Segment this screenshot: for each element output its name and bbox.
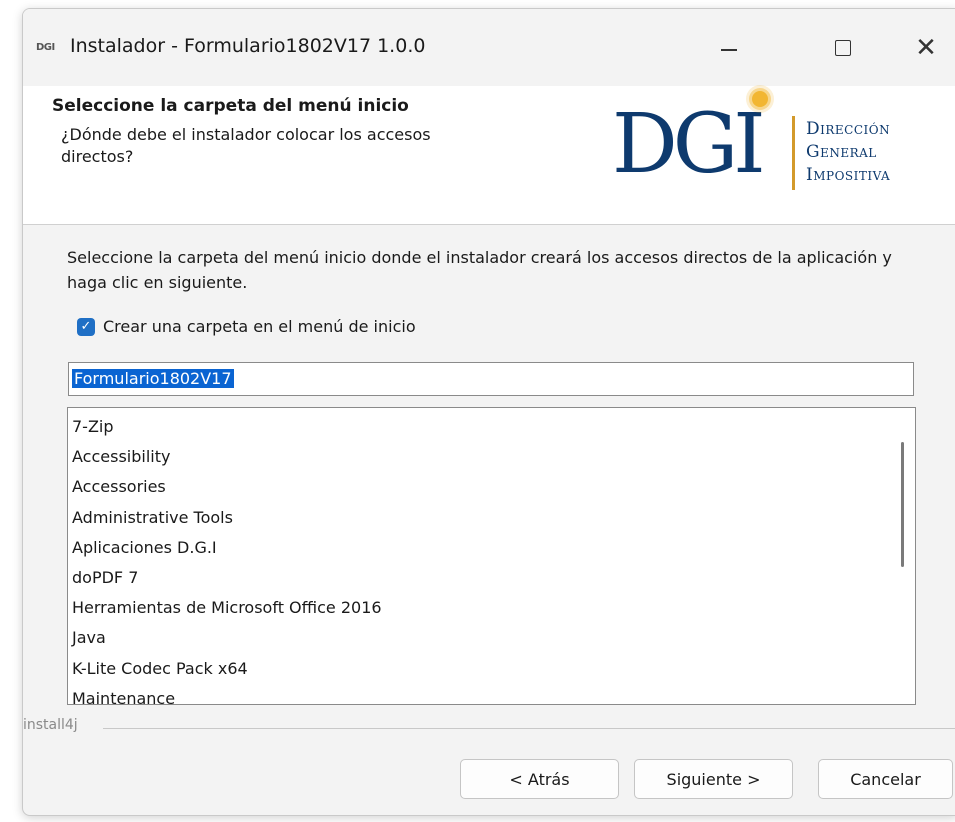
create-folder-option[interactable]: ✓ Crear una carpeta en el menú de inicio bbox=[77, 317, 416, 336]
folder-name-value: Formulario1802V17 bbox=[72, 369, 234, 388]
folder-list-item[interactable]: Maintenance bbox=[72, 684, 382, 704]
minimize-icon bbox=[721, 49, 737, 51]
start-menu-folder-list[interactable]: 7-Zip Accessibility Accessories Administrat… bbox=[67, 407, 916, 705]
logo-wordmark: Dirección General Impositiva bbox=[806, 118, 890, 187]
close-icon: ✕ bbox=[915, 33, 937, 63]
folder-list-item[interactable]: Accessories bbox=[72, 472, 382, 502]
instructions-text: Seleccione la carpeta del menú inicio do… bbox=[67, 248, 892, 292]
list-scrollbar[interactable] bbox=[885, 408, 915, 704]
footer-separator bbox=[103, 728, 955, 729]
folder-list-item[interactable]: Java bbox=[72, 623, 382, 653]
next-button[interactable]: Siguiente > bbox=[634, 759, 793, 799]
step-subtitle: ¿Dónde debe el instalador colocar los ac… bbox=[61, 125, 431, 166]
back-button[interactable]: < Atrás bbox=[460, 759, 619, 799]
logo-line-3: Impositiva bbox=[806, 165, 891, 185]
folder-list-item[interactable]: Accessibility bbox=[72, 442, 382, 472]
logo-divider bbox=[792, 116, 795, 190]
maximize-icon bbox=[835, 40, 851, 56]
checkmark-icon: ✓ bbox=[80, 319, 92, 334]
wizard-header: Seleccione la carpeta del menú inicio ¿D… bbox=[23, 86, 955, 225]
close-button[interactable]: ✕ bbox=[896, 23, 955, 73]
minimize-button[interactable] bbox=[699, 23, 759, 73]
logo-line-2: General bbox=[806, 142, 877, 162]
install4j-brand: install4j bbox=[23, 717, 86, 733]
scrollbar-thumb[interactable] bbox=[901, 442, 904, 567]
folder-list-item[interactable]: doPDF 7 bbox=[72, 563, 382, 593]
app-icon: DGI bbox=[36, 42, 55, 53]
logo-acronym: DGI bbox=[612, 97, 766, 192]
logo-line-1: Dirección bbox=[806, 119, 891, 139]
folder-list-item[interactable]: K-Lite Codec Pack x64 bbox=[72, 654, 382, 684]
sun-icon bbox=[752, 91, 768, 107]
folder-list-items: 7-Zip Accessibility Accessories Administrat… bbox=[72, 412, 382, 704]
folder-list-item[interactable]: Aplicaciones D.G.I bbox=[72, 533, 382, 563]
folder-name-input[interactable]: Formulario1802V17 bbox=[68, 362, 914, 396]
installer-window: DGI Instalador - Formulario1802V17 1.0.0… bbox=[22, 8, 955, 816]
title-bar: DGI Instalador - Formulario1802V17 1.0.0… bbox=[23, 9, 955, 86]
folder-list-item[interactable]: Administrative Tools bbox=[72, 503, 382, 533]
folder-list-item[interactable]: Herramientas de Microsoft Office 2016 bbox=[72, 593, 382, 623]
dgi-logo: DGI Dirección General Impositiva bbox=[612, 86, 952, 222]
create-folder-checkbox[interactable]: ✓ bbox=[77, 317, 95, 336]
folder-list-item[interactable]: 7-Zip bbox=[72, 412, 382, 442]
window-title: Instalador - Formulario1802V17 1.0.0 bbox=[70, 35, 426, 57]
create-folder-label: Crear una carpeta en el menú de inicio bbox=[103, 317, 416, 336]
step-title: Seleccione la carpeta del menú inicio bbox=[52, 96, 409, 116]
maximize-button[interactable] bbox=[813, 23, 873, 73]
cancel-button[interactable]: Cancelar bbox=[818, 759, 953, 799]
